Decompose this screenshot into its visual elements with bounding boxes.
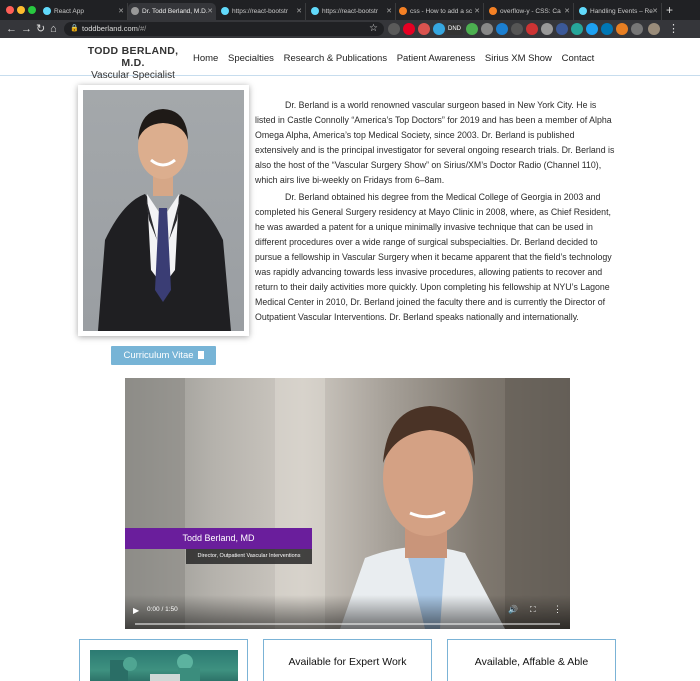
brand-logo[interactable]: TODD BERLAND, M.D. Vascular Specialist xyxy=(83,45,183,81)
site-favicon-icon xyxy=(131,7,139,15)
video-player[interactable]: Todd Berland, MD Director, Outpatient Va… xyxy=(125,378,570,629)
video-lower-third-title: Director, Outpatient Vascular Interventi… xyxy=(186,549,312,564)
close-icon[interactable]: ✕ xyxy=(118,3,124,20)
extension-icon[interactable] xyxy=(601,23,613,35)
curriculum-vitae-button[interactable]: Curriculum Vitae xyxy=(111,346,216,365)
dnd-extension-badge[interactable]: DND xyxy=(446,23,463,35)
document-icon xyxy=(197,351,204,359)
bio-paragraph: Dr. Berland is a world renowned vascular… xyxy=(255,100,615,186)
portrait-frame xyxy=(78,85,249,336)
close-icon[interactable]: ✕ xyxy=(474,3,480,20)
bio-text: Dr. Berland is a world renowned vascular… xyxy=(255,98,616,326)
fullscreen-icon[interactable]: ⛶ xyxy=(530,605,536,615)
extension-icon[interactable] xyxy=(616,23,628,35)
feature-card-affable[interactable]: Available, Affable & Able xyxy=(447,639,616,681)
video-frame xyxy=(125,378,570,629)
new-tab-icon[interactable]: + xyxy=(666,2,673,18)
extension-icon[interactable] xyxy=(526,23,538,35)
forward-icon[interactable]: → xyxy=(21,22,32,36)
doctor-portrait xyxy=(83,90,244,331)
card-title: Available for Expert Work xyxy=(288,656,407,668)
close-icon[interactable]: ✕ xyxy=(296,3,302,20)
tab-title: https://react-bootstr xyxy=(322,8,378,15)
tab-title: Dr. Todd Berland, M.D. xyxy=(142,8,208,15)
minimize-window-button[interactable] xyxy=(17,6,25,14)
maximize-window-button[interactable] xyxy=(28,6,36,14)
star-icon[interactable]: ☆ xyxy=(369,23,378,35)
browser-tab[interactable]: https://react-bootstr ✕ xyxy=(308,3,396,20)
extension-icon[interactable] xyxy=(433,23,445,35)
close-icon[interactable]: ✕ xyxy=(386,3,392,20)
lock-icon: 🔒 xyxy=(70,25,79,32)
close-icon[interactable]: ✕ xyxy=(564,3,570,20)
card-image xyxy=(90,650,238,681)
video-progress-bar[interactable] xyxy=(135,623,560,625)
extension-icon[interactable] xyxy=(631,23,643,35)
extension-icon[interactable] xyxy=(418,23,430,35)
extension-icon[interactable] xyxy=(556,23,568,35)
main-nav: Home Specialties Research & Publications… xyxy=(193,53,601,64)
extension-icon[interactable] xyxy=(496,23,508,35)
tab-title: https://react-bootstr xyxy=(232,8,288,15)
cv-button-label: Curriculum Vitae xyxy=(123,350,194,361)
tab-title: overflow-y - CSS: Ca xyxy=(500,8,561,15)
react-favicon-icon xyxy=(43,7,51,15)
url-host: toddberland.com xyxy=(82,24,138,33)
nav-specialties[interactable]: Specialties xyxy=(228,53,274,64)
nav-sirius-xm-show[interactable]: Sirius XM Show xyxy=(485,53,552,64)
browser-tab[interactable]: Handling Events – Re ✕ xyxy=(576,3,662,20)
browser-tab[interactable]: React App ✕ xyxy=(40,3,128,20)
browser-toolbar: ← → ↻ ⌂ 🔒 toddberland.com/#/ ☆ DND ⋮ xyxy=(0,20,700,38)
extension-icon[interactable] xyxy=(466,23,478,35)
extension-icon[interactable] xyxy=(586,23,598,35)
more-options-icon[interactable]: ⋮ xyxy=(553,604,562,615)
react-favicon-icon xyxy=(221,7,229,15)
volume-icon[interactable]: 🔊 xyxy=(508,605,518,614)
react-favicon-icon xyxy=(311,7,319,15)
brand-subtitle: Vascular Specialist xyxy=(91,70,175,81)
extension-icon[interactable] xyxy=(388,23,400,35)
video-lower-third-name: Todd Berland, MD xyxy=(125,528,312,549)
url-path: /#/ xyxy=(137,24,147,33)
feature-card-expert-work[interactable]: Available for Expert Work xyxy=(263,639,432,681)
react-favicon-icon xyxy=(579,7,587,15)
pinterest-extension-icon[interactable] xyxy=(403,23,415,35)
stackoverflow-favicon-icon xyxy=(399,7,407,15)
nav-home[interactable]: Home xyxy=(193,53,218,64)
extension-icon[interactable] xyxy=(571,23,583,35)
tab-title: css - How to add a sc xyxy=(410,8,473,15)
extension-icon[interactable] xyxy=(481,23,493,35)
extension-icon[interactable] xyxy=(511,23,523,35)
play-icon[interactable]: ▶ xyxy=(133,606,139,615)
stackoverflow-favicon-icon xyxy=(489,7,497,15)
close-icon[interactable]: ✕ xyxy=(207,3,213,20)
browser-tab[interactable]: https://react-bootstr ✕ xyxy=(218,3,306,20)
browser-tab-bar: React App ✕ Dr. Todd Berland, M.D. ✕ htt… xyxy=(0,0,700,20)
profile-avatar[interactable] xyxy=(648,23,660,35)
feature-card[interactable] xyxy=(79,639,248,681)
tab-title: React App xyxy=(54,8,84,15)
browser-tab[interactable]: overflow-y - CSS: Ca ✕ xyxy=(486,3,574,20)
close-window-button[interactable] xyxy=(6,6,14,14)
brand-name: TODD BERLAND, M.D. xyxy=(87,45,179,69)
nav-patient-awareness[interactable]: Patient Awareness xyxy=(397,53,476,64)
video-controls: ▶ 0:00 / 1:50 🔊 ⛶ ⋮ xyxy=(125,595,570,629)
menu-icon[interactable]: ⋮ xyxy=(668,22,679,36)
extension-icon[interactable] xyxy=(541,23,553,35)
address-bar[interactable]: 🔒 toddberland.com/#/ xyxy=(64,22,384,36)
nav-research-publications[interactable]: Research & Publications xyxy=(284,53,388,64)
browser-tab[interactable]: css - How to add a sc ✕ xyxy=(396,3,484,20)
reload-icon[interactable]: ↻ xyxy=(36,22,45,36)
bio-paragraph: Dr. Berland obtained his degree from the… xyxy=(255,191,612,323)
tab-title: Handling Events – Re xyxy=(590,8,653,15)
site-header: TODD BERLAND, M.D. Vascular Specialist H… xyxy=(0,38,700,81)
nav-contact[interactable]: Contact xyxy=(562,53,595,64)
video-time: 0:00 / 1:50 xyxy=(147,606,178,613)
back-icon[interactable]: ← xyxy=(6,22,17,36)
close-icon[interactable]: ✕ xyxy=(652,3,658,20)
card-title: Available, Affable & Able xyxy=(474,656,589,668)
home-icon[interactable]: ⌂ xyxy=(50,22,57,36)
browser-tab-active[interactable]: Dr. Todd Berland, M.D. ✕ xyxy=(128,3,216,20)
